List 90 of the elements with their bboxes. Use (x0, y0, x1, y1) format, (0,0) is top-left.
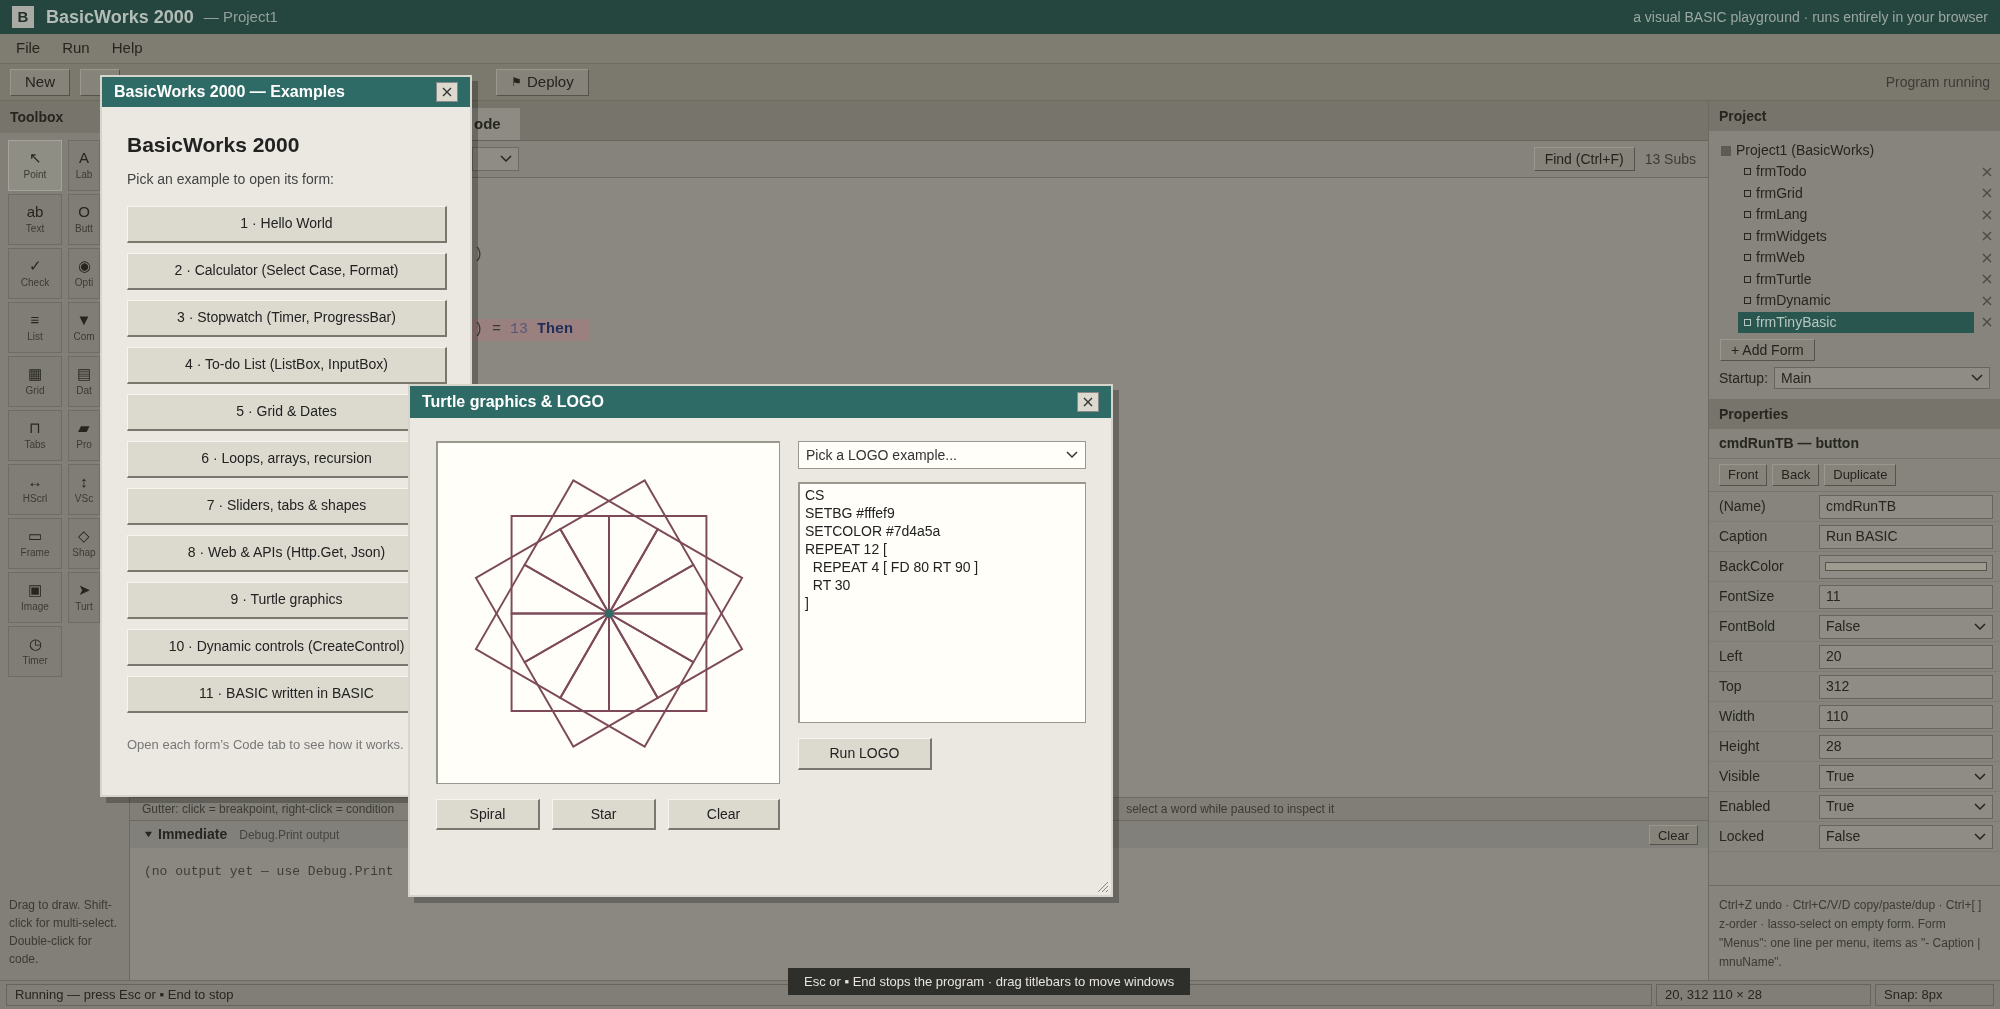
property-name: Visible (1719, 767, 1761, 786)
tool-icon: ab (26, 203, 44, 221)
sub-count: 13 Subs (1644, 149, 1696, 169)
tool-icon: ▤ (77, 365, 91, 383)
tool-icon: ↔ (27, 473, 43, 491)
dialog-title: BasicWorks 2000 — Examples (114, 82, 345, 102)
tool-label: VSc (74, 492, 94, 506)
tool-label: Butt (75, 222, 93, 236)
tool-icon: ◷ (28, 635, 42, 653)
tool-label: HScrl (22, 492, 48, 506)
tool-icon: ◉ (77, 257, 91, 275)
immediate-title: Immediate (158, 825, 228, 844)
form-name: frmWeb (1756, 248, 1805, 268)
form-name: frmLang (1756, 205, 1808, 225)
form-name: frmTinyBasic (1756, 312, 1837, 332)
run-status: Program running (1885, 72, 1990, 92)
gutter-hint: Gutter: click = breakpoint, right-click = condition (142, 801, 395, 818)
tool-label: Check (20, 276, 50, 290)
form-name: frmWidgets (1756, 226, 1827, 246)
toast-message: Esc or ▪ End stops the program · drag titlebars to move windows (788, 968, 1191, 995)
property-name: Height (1719, 737, 1761, 756)
form-name: frmDynamic (1756, 291, 1831, 311)
tool-icon: ↖ (28, 149, 42, 167)
select-value: Main (1781, 368, 1812, 388)
tool-label: Image (21, 600, 49, 614)
toolbox-hint: Drag to draw. Shift-click for multi-select. Double-click for code. (8, 897, 119, 968)
tool-label: Frame (20, 546, 50, 560)
property-name: Left (1719, 647, 1744, 666)
tool-label: Text (25, 222, 45, 236)
immediate-subtitle: Debug.Print output (239, 826, 340, 844)
property-name: Locked (1719, 827, 1766, 846)
inspect-hint: select a word while paused to inspect it (1126, 801, 1335, 818)
property-name: (Name) (1719, 497, 1767, 516)
object-name: cmdRunTB — button (1719, 434, 1859, 453)
project-name: — Project1 (203, 6, 278, 27)
code-line: ) (473, 245, 484, 265)
tool-label: Pro (76, 438, 92, 452)
app-name: BasicWorks 2000 (46, 5, 194, 29)
select-value: True (1826, 797, 1855, 816)
tool-label: Tabs (24, 438, 46, 452)
select-value: False (1826, 827, 1861, 846)
tool-icon: ⊓ (29, 419, 41, 437)
tool-icon: ▼ (76, 311, 92, 329)
tool-label: Grid (25, 384, 45, 398)
property-name: FontBold (1719, 617, 1777, 636)
shortcut-hint: Ctrl+Z undo · Ctrl+C/V/D copy/paste/dup · Ctrl+[ ] z-order · lasso-select on empty form. Form "Menus": one line per menu, items as "- Caption | mnuName". (1719, 897, 1983, 971)
tool-icon: ▭ (28, 527, 42, 545)
panel-title: Toolbox (10, 107, 64, 127)
status-position: 20, 312 110 × 28 (1656, 984, 1871, 1006)
tool-icon: ▦ (28, 365, 42, 383)
output-text: (no output yet — use Debug.Print (144, 864, 394, 879)
tool-label: Turt (75, 600, 93, 614)
dialog-heading: BasicWorks 2000 (127, 132, 301, 158)
flag-icon: ⚑ (511, 73, 522, 91)
property-name: Top (1719, 677, 1743, 696)
tool-icon: ◇ (78, 527, 90, 545)
tool-label: Com (73, 330, 95, 344)
tool-label: Point (23, 168, 47, 182)
tool-icon: ↕ (80, 473, 88, 491)
tool-label: Shap (72, 546, 96, 560)
tool-icon: ✓ (28, 257, 42, 275)
select-value: Pick a LOGO example... (806, 445, 957, 465)
startup-label: Startup: (1719, 368, 1769, 388)
tool-icon: O (78, 203, 90, 221)
tool-icon: ➤ (77, 581, 91, 599)
tool-label: Lab (75, 168, 93, 182)
property-name: Width (1719, 707, 1756, 726)
form-name: frmTurtle (1756, 269, 1812, 289)
app-logo: B (12, 6, 34, 28)
property-name: FontSize (1719, 587, 1776, 606)
tool-icon: A (79, 149, 89, 167)
tool-label: List (27, 330, 43, 344)
panel-title: Properties (1719, 404, 1789, 424)
tool-label: Dat (76, 384, 92, 398)
tool-icon: ▰ (78, 419, 90, 437)
dialog-footer: Open each form’s Code tab to see how it works. (127, 734, 445, 754)
status-snap: Snap: 8px (1875, 984, 1994, 1006)
tool-icon: ≡ (30, 311, 40, 329)
property-name: Caption (1719, 527, 1769, 546)
tool-label: Opti (74, 276, 94, 290)
select-value: True (1826, 767, 1855, 786)
property-name: BackColor (1719, 557, 1785, 576)
select-value: False (1826, 617, 1861, 636)
panel-title: Project (1719, 106, 1767, 126)
tool-icon: ▣ (28, 581, 42, 599)
tagline: a visual BASIC playground · runs entirely in your browser (1633, 7, 1988, 27)
form-name: frmTodo (1756, 162, 1807, 182)
property-name: Enabled (1719, 797, 1772, 816)
tool-label: Timer (22, 654, 48, 668)
form-name: frmGrid (1756, 183, 1803, 203)
